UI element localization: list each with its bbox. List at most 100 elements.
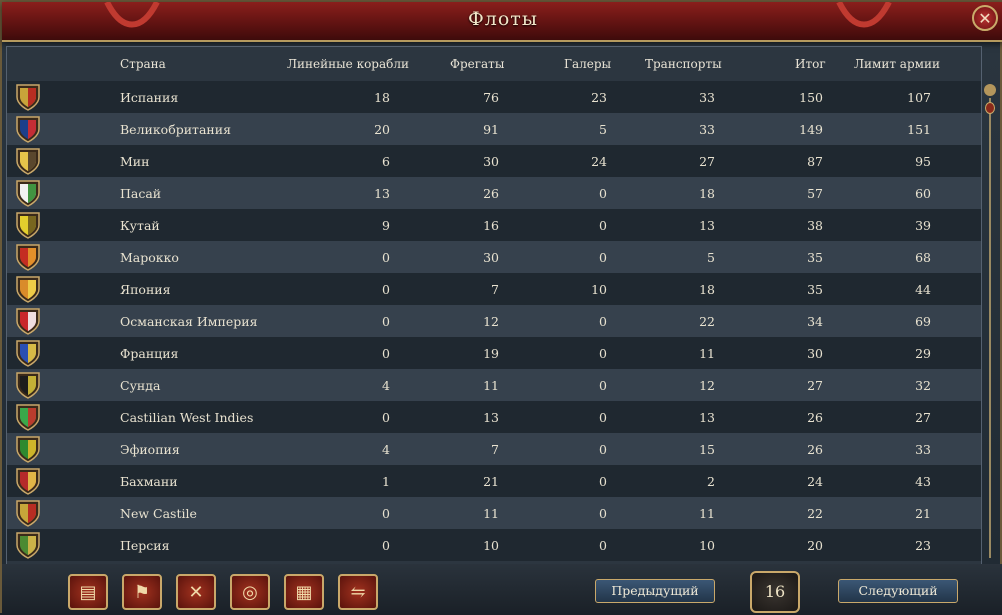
galleys-value: 10 bbox=[591, 282, 607, 297]
scroll-button[interactable]: ▤ bbox=[68, 574, 108, 610]
table-row[interactable]: Франция 0 19 0 11 30 29 bbox=[7, 337, 981, 369]
army-limit-value: 43 bbox=[915, 474, 931, 489]
table-row[interactable]: Великобритания 20 91 5 33 149 151 bbox=[7, 113, 981, 145]
line-ships-value: 18 bbox=[374, 90, 390, 105]
crossed-swords-icon: ✕ bbox=[188, 581, 204, 603]
country-flag-icon bbox=[16, 244, 40, 271]
frigates-value: 19 bbox=[483, 346, 499, 361]
table-body: Испания 18 76 23 33 150 107 Великобритания 20 91 5… bbox=[7, 81, 981, 561]
table-row[interactable]: New Castile 0 11 0 11 22 21 bbox=[7, 497, 981, 529]
line-ships-value: 13 bbox=[374, 186, 390, 201]
army-limit-value: 21 bbox=[915, 506, 931, 521]
col-line-ships[interactable]: Линейные корабли bbox=[287, 57, 409, 71]
line-ships-value: 0 bbox=[382, 346, 390, 361]
close-icon: ✕ bbox=[978, 8, 992, 28]
army-limit-value: 32 bbox=[915, 378, 931, 393]
army-limit-value: 151 bbox=[907, 122, 931, 137]
handshake-icon: ⇋ bbox=[350, 581, 366, 603]
frigates-value: 11 bbox=[483, 378, 499, 393]
country-flag-icon bbox=[16, 212, 40, 239]
table-row[interactable]: Кутай 9 16 0 13 38 39 bbox=[7, 209, 981, 241]
ornament-icon bbox=[836, 2, 892, 28]
line-ships-value: 6 bbox=[382, 154, 390, 169]
frigates-value: 30 bbox=[483, 250, 499, 265]
next-button[interactable]: Следующий bbox=[838, 579, 958, 603]
transports-value: 33 bbox=[699, 90, 715, 105]
coins-button[interactable]: ◎ bbox=[230, 574, 270, 610]
transports-value: 18 bbox=[699, 186, 715, 201]
col-total[interactable]: Итог bbox=[795, 57, 826, 71]
country-name: Эфиопия bbox=[120, 442, 180, 457]
table-row[interactable]: Сунда 4 11 0 12 27 32 bbox=[7, 369, 981, 401]
country-name: Бахмани bbox=[120, 474, 178, 489]
transports-value: 10 bbox=[699, 538, 715, 553]
line-ships-value: 0 bbox=[382, 314, 390, 329]
col-army-limit[interactable]: Лимит армии bbox=[854, 57, 940, 71]
country-flag-icon bbox=[16, 116, 40, 143]
army-limit-value: 44 bbox=[915, 282, 931, 297]
table-row[interactable]: Япония 0 7 10 18 35 44 bbox=[7, 273, 981, 305]
crate-button[interactable]: ▦ bbox=[284, 574, 324, 610]
country-name: Мин bbox=[120, 154, 150, 169]
table-row[interactable]: Османская Империя 0 12 0 22 34 69 bbox=[7, 305, 981, 337]
table-row[interactable]: Персия 0 10 0 10 20 23 bbox=[7, 529, 981, 561]
flag-button[interactable]: ⚑ bbox=[122, 574, 162, 610]
line-ships-value: 0 bbox=[382, 250, 390, 265]
total-value: 20 bbox=[807, 538, 823, 553]
country-flag-icon bbox=[16, 308, 40, 335]
close-button[interactable]: ✕ bbox=[972, 5, 998, 31]
table-row[interactable]: Бахмани 1 21 0 2 24 43 bbox=[7, 465, 981, 497]
crate-icon: ▦ bbox=[295, 581, 313, 603]
galleys-value: 0 bbox=[599, 410, 607, 425]
previous-button[interactable]: Предыдущий bbox=[595, 579, 715, 603]
scroll-icon: ▤ bbox=[79, 581, 97, 603]
col-frigates[interactable]: Фрегаты bbox=[450, 57, 504, 71]
army-limit-value: 69 bbox=[915, 314, 931, 329]
frigates-value: 7 bbox=[491, 442, 499, 457]
total-value: 24 bbox=[807, 474, 823, 489]
frigates-value: 21 bbox=[483, 474, 499, 489]
transports-value: 15 bbox=[699, 442, 715, 457]
table-row[interactable]: Марокко 0 30 0 5 35 68 bbox=[7, 241, 981, 273]
crossed-swords-button[interactable]: ✕ bbox=[176, 574, 216, 610]
col-galleys[interactable]: Галеры bbox=[564, 57, 611, 71]
army-limit-value: 27 bbox=[915, 410, 931, 425]
bottom-bar: ▤ ⚑ ✕ ◎ ▦ ⇋ Предыдущий 16 Следующий bbox=[2, 564, 1002, 615]
scrollbar[interactable] bbox=[984, 84, 996, 562]
total-value: 87 bbox=[807, 154, 823, 169]
fleets-window: Флоты ✕ Страна Линейные корабли Фрегаты … bbox=[0, 0, 1002, 615]
country-name: Castilian West Indies bbox=[120, 410, 254, 425]
total-value: 35 bbox=[807, 282, 823, 297]
scroll-thumb[interactable] bbox=[985, 102, 995, 114]
frigates-value: 30 bbox=[483, 154, 499, 169]
fleets-table: Страна Линейные корабли Фрегаты Галеры Т… bbox=[6, 46, 982, 566]
total-value: 26 bbox=[807, 410, 823, 425]
col-transports[interactable]: Транспорты bbox=[645, 57, 722, 71]
galleys-value: 0 bbox=[599, 218, 607, 233]
handshake-button[interactable]: ⇋ bbox=[338, 574, 378, 610]
country-flag-icon bbox=[16, 532, 40, 559]
table-row[interactable]: Эфиопия 4 7 0 15 26 33 bbox=[7, 433, 981, 465]
table-row[interactable]: Мин 6 30 24 27 87 95 bbox=[7, 145, 981, 177]
col-country[interactable]: Страна bbox=[120, 57, 166, 71]
line-ships-value: 20 bbox=[374, 122, 390, 137]
country-name: Франция bbox=[120, 346, 179, 361]
transports-value: 2 bbox=[707, 474, 715, 489]
table-row[interactable]: Испания 18 76 23 33 150 107 bbox=[7, 81, 981, 113]
table-row[interactable]: Пасай 13 26 0 18 57 60 bbox=[7, 177, 981, 209]
frigates-value: 7 bbox=[491, 282, 499, 297]
transports-value: 33 bbox=[699, 122, 715, 137]
galleys-value: 0 bbox=[599, 442, 607, 457]
country-name: New Castile bbox=[120, 506, 197, 521]
country-name: Османская Империя bbox=[120, 314, 258, 329]
coins-icon: ◎ bbox=[242, 581, 258, 603]
country-name: Кутай bbox=[120, 218, 160, 233]
galleys-value: 0 bbox=[599, 346, 607, 361]
total-value: 34 bbox=[807, 314, 823, 329]
country-flag-icon bbox=[16, 372, 40, 399]
transports-value: 18 bbox=[699, 282, 715, 297]
country-name: Сунда bbox=[120, 378, 161, 393]
table-row[interactable]: Castilian West Indies 0 13 0 13 26 27 bbox=[7, 401, 981, 433]
transports-value: 22 bbox=[699, 314, 715, 329]
galleys-value: 0 bbox=[599, 314, 607, 329]
